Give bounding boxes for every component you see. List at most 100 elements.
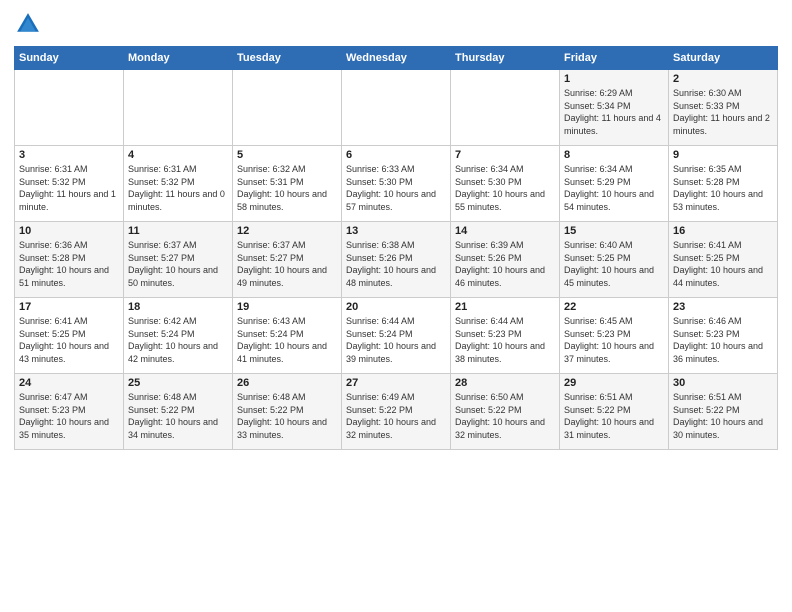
header (14, 10, 778, 38)
calendar-cell: 8 Sunrise: 6:34 AM Sunset: 5:29 PM Daylig… (560, 146, 669, 222)
weekday-header: Friday (560, 47, 669, 70)
weekday-header: Wednesday (342, 47, 451, 70)
day-number: 2 (673, 73, 773, 85)
calendar-cell: 11 Sunrise: 6:37 AM Sunset: 5:27 PM Dayli… (124, 222, 233, 298)
calendar-cell: 2 Sunrise: 6:30 AM Sunset: 5:33 PM Daylig… (669, 70, 778, 146)
day-info: Sunrise: 6:41 AM Sunset: 5:25 PM Dayligh… (673, 239, 773, 289)
day-number: 1 (564, 73, 664, 85)
day-number: 12 (237, 225, 337, 237)
day-number: 29 (564, 377, 664, 389)
day-info: Sunrise: 6:32 AM Sunset: 5:31 PM Dayligh… (237, 163, 337, 213)
day-number: 5 (237, 149, 337, 161)
calendar-cell (124, 70, 233, 146)
day-info: Sunrise: 6:35 AM Sunset: 5:28 PM Dayligh… (673, 163, 773, 213)
calendar-cell: 9 Sunrise: 6:35 AM Sunset: 5:28 PM Daylig… (669, 146, 778, 222)
day-info: Sunrise: 6:34 AM Sunset: 5:29 PM Dayligh… (564, 163, 664, 213)
day-number: 17 (19, 301, 119, 313)
calendar-cell: 1 Sunrise: 6:29 AM Sunset: 5:34 PM Daylig… (560, 70, 669, 146)
calendar-cell: 16Sunrise: 6:41 AM Sunset: 5:25 PM Dayli… (669, 222, 778, 298)
day-info: Sunrise: 6:51 AM Sunset: 5:22 PM Dayligh… (564, 391, 664, 441)
page-container: SundayMondayTuesdayWednesdayThursdayFrid… (0, 0, 792, 458)
weekday-header: Monday (124, 47, 233, 70)
calendar-cell: 19 Sunrise: 6:43 AM Sunset: 5:24 PM Dayli… (233, 298, 342, 374)
weekday-header: Saturday (669, 47, 778, 70)
calendar-cell (451, 70, 560, 146)
calendar-cell: 22 Sunrise: 6:45 AM Sunset: 5:23 PM Dayli… (560, 298, 669, 374)
calendar-cell: 14 Sunrise: 6:39 AM Sunset: 5:26 PM Dayli… (451, 222, 560, 298)
calendar-cell: 4 Sunrise: 6:31 AM Sunset: 5:32 PM Daylig… (124, 146, 233, 222)
day-info: Sunrise: 6:48 AM Sunset: 5:22 PM Dayligh… (128, 391, 228, 441)
day-info: Sunrise: 6:50 AM Sunset: 5:22 PM Dayligh… (455, 391, 555, 441)
day-info: Sunrise: 6:44 AM Sunset: 5:23 PM Dayligh… (455, 315, 555, 365)
calendar-cell: 20 Sunrise: 6:44 AM Sunset: 5:24 PM Dayli… (342, 298, 451, 374)
day-info: Sunrise: 6:42 AM Sunset: 5:24 PM Dayligh… (128, 315, 228, 365)
calendar-cell (15, 70, 124, 146)
day-info: Sunrise: 6:43 AM Sunset: 5:24 PM Dayligh… (237, 315, 337, 365)
day-info: Sunrise: 6:30 AM Sunset: 5:33 PM Dayligh… (673, 87, 773, 137)
day-number: 6 (346, 149, 446, 161)
day-number: 7 (455, 149, 555, 161)
day-number: 21 (455, 301, 555, 313)
day-info: Sunrise: 6:37 AM Sunset: 5:27 PM Dayligh… (237, 239, 337, 289)
calendar-cell: 30 Sunrise: 6:51 AM Sunset: 5:22 PM Dayli… (669, 374, 778, 450)
day-info: Sunrise: 6:51 AM Sunset: 5:22 PM Dayligh… (673, 391, 773, 441)
day-number: 8 (564, 149, 664, 161)
calendar-cell: 10Sunrise: 6:36 AM Sunset: 5:28 PM Dayli… (15, 222, 124, 298)
day-info: Sunrise: 6:34 AM Sunset: 5:30 PM Dayligh… (455, 163, 555, 213)
calendar-cell: 3 Sunrise: 6:31 AM Sunset: 5:32 PM Daylig… (15, 146, 124, 222)
calendar-cell: 5 Sunrise: 6:32 AM Sunset: 5:31 PM Daylig… (233, 146, 342, 222)
day-number: 22 (564, 301, 664, 313)
day-info: Sunrise: 6:44 AM Sunset: 5:24 PM Dayligh… (346, 315, 446, 365)
day-number: 9 (673, 149, 773, 161)
logo-icon (14, 10, 42, 38)
day-info: Sunrise: 6:45 AM Sunset: 5:23 PM Dayligh… (564, 315, 664, 365)
logo (14, 10, 46, 38)
day-number: 14 (455, 225, 555, 237)
day-info: Sunrise: 6:37 AM Sunset: 5:27 PM Dayligh… (128, 239, 228, 289)
calendar-week-row: 17 Sunrise: 6:41 AM Sunset: 5:25 PM Dayli… (15, 298, 778, 374)
calendar-cell: 28 Sunrise: 6:50 AM Sunset: 5:22 PM Dayli… (451, 374, 560, 450)
calendar-cell: 29 Sunrise: 6:51 AM Sunset: 5:22 PM Dayli… (560, 374, 669, 450)
day-number: 27 (346, 377, 446, 389)
day-number: 20 (346, 301, 446, 313)
weekday-header: Thursday (451, 47, 560, 70)
calendar-cell: 7 Sunrise: 6:34 AM Sunset: 5:30 PM Daylig… (451, 146, 560, 222)
calendar-cell: 15Sunrise: 6:40 AM Sunset: 5:25 PM Dayli… (560, 222, 669, 298)
calendar-cell: 6 Sunrise: 6:33 AM Sunset: 5:30 PM Daylig… (342, 146, 451, 222)
day-info: Sunrise: 6:41 AM Sunset: 5:25 PM Dayligh… (19, 315, 119, 365)
day-number: 4 (128, 149, 228, 161)
day-info: Sunrise: 6:47 AM Sunset: 5:23 PM Dayligh… (19, 391, 119, 441)
weekday-header: Tuesday (233, 47, 342, 70)
day-info: Sunrise: 6:49 AM Sunset: 5:22 PM Dayligh… (346, 391, 446, 441)
day-number: 26 (237, 377, 337, 389)
calendar-cell: 18 Sunrise: 6:42 AM Sunset: 5:24 PM Dayli… (124, 298, 233, 374)
weekday-header: Sunday (15, 47, 124, 70)
calendar-cell: 26Sunrise: 6:48 AM Sunset: 5:22 PM Dayli… (233, 374, 342, 450)
calendar-week-row: 1 Sunrise: 6:29 AM Sunset: 5:34 PM Daylig… (15, 70, 778, 146)
day-number: 30 (673, 377, 773, 389)
day-number: 18 (128, 301, 228, 313)
day-info: Sunrise: 6:38 AM Sunset: 5:26 PM Dayligh… (346, 239, 446, 289)
calendar-cell: 27 Sunrise: 6:49 AM Sunset: 5:22 PM Dayli… (342, 374, 451, 450)
day-number: 13 (346, 225, 446, 237)
day-info: Sunrise: 6:46 AM Sunset: 5:23 PM Dayligh… (673, 315, 773, 365)
day-info: Sunrise: 6:39 AM Sunset: 5:26 PM Dayligh… (455, 239, 555, 289)
calendar-cell: 25Sunrise: 6:48 AM Sunset: 5:22 PM Dayli… (124, 374, 233, 450)
calendar-cell: 21 Sunrise: 6:44 AM Sunset: 5:23 PM Dayli… (451, 298, 560, 374)
day-number: 11 (128, 225, 228, 237)
day-info: Sunrise: 6:31 AM Sunset: 5:32 PM Dayligh… (19, 163, 119, 213)
day-number: 19 (237, 301, 337, 313)
calendar-cell: 23Sunrise: 6:46 AM Sunset: 5:23 PM Dayli… (669, 298, 778, 374)
calendar-cell: 24 Sunrise: 6:47 AM Sunset: 5:23 PM Dayli… (15, 374, 124, 450)
day-info: Sunrise: 6:36 AM Sunset: 5:28 PM Dayligh… (19, 239, 119, 289)
day-number: 3 (19, 149, 119, 161)
day-number: 24 (19, 377, 119, 389)
calendar-cell: 17 Sunrise: 6:41 AM Sunset: 5:25 PM Dayli… (15, 298, 124, 374)
day-number: 28 (455, 377, 555, 389)
calendar-table: SundayMondayTuesdayWednesdayThursdayFrid… (14, 46, 778, 450)
calendar-week-row: 3 Sunrise: 6:31 AM Sunset: 5:32 PM Daylig… (15, 146, 778, 222)
calendar-week-row: 24 Sunrise: 6:47 AM Sunset: 5:23 PM Dayli… (15, 374, 778, 450)
day-info: Sunrise: 6:31 AM Sunset: 5:32 PM Dayligh… (128, 163, 228, 213)
day-info: Sunrise: 6:29 AM Sunset: 5:34 PM Dayligh… (564, 87, 664, 137)
day-info: Sunrise: 6:33 AM Sunset: 5:30 PM Dayligh… (346, 163, 446, 213)
